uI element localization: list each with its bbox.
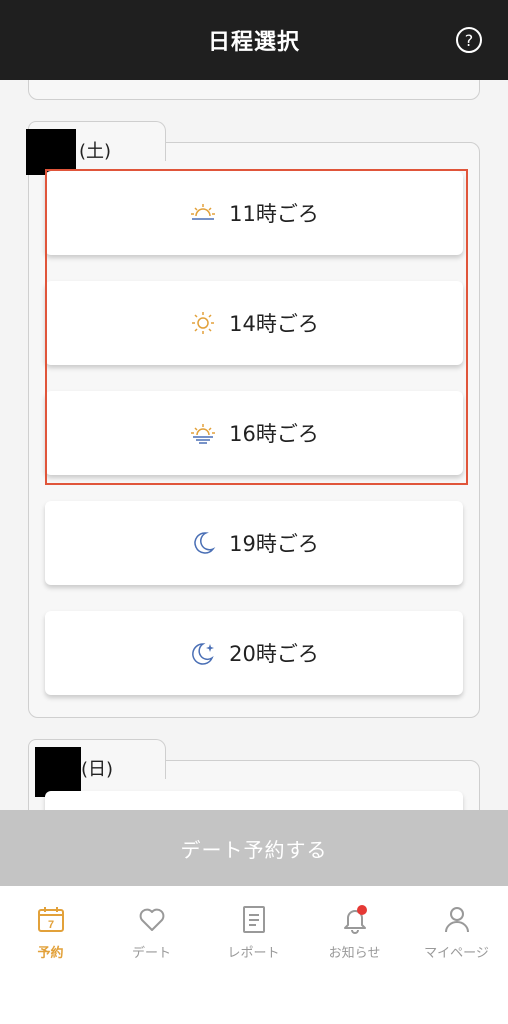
time-slot-16[interactable]: 16時ごろ (45, 391, 463, 475)
time-slot-label: 20時ごろ (229, 642, 319, 666)
calendar-day-text: 7 (47, 919, 53, 931)
sun-icon (192, 312, 215, 334)
tab-label: レポート (227, 946, 280, 961)
tab-report[interactable]: レポート (203, 904, 304, 974)
bell-icon (343, 905, 367, 934)
moon-icon (194, 532, 216, 554)
calendar-icon: 7 (37, 907, 64, 932)
tab-label: デート (131, 946, 171, 961)
tab-date[interactable]: デート (101, 904, 202, 974)
day-panel-sunday: (日) (28, 739, 480, 810)
day-of-week-label: (日) (81, 759, 114, 780)
tab-mypage[interactable]: マイページ (406, 904, 507, 974)
page-title: 日程選択 (207, 30, 300, 55)
header-bar: 日程選択 ? (0, 0, 508, 80)
time-slot-20[interactable]: 20時ごろ (45, 611, 463, 695)
schedule-list[interactable]: (土) 11時ごろ 14時ごろ 16時ごろ 19時ごろ 20時ごろ (日) (0, 80, 508, 810)
time-slot-label: 14時ごろ (229, 312, 319, 336)
day-panel-saturday: (土) 11時ごろ 14時ごろ 16時ごろ 19時ごろ 20時ごろ (26, 121, 480, 718)
time-slot[interactable] (45, 791, 463, 810)
tab-label: マイページ (424, 946, 489, 961)
heart-icon (139, 908, 164, 931)
time-slot-14[interactable]: 14時ごろ (45, 281, 463, 365)
moon-star-icon (192, 643, 215, 665)
tab-reservation[interactable]: 7 予約 (0, 904, 101, 974)
tab-label: 予約 (37, 946, 64, 961)
time-slot-label: 11時ごろ (229, 202, 319, 226)
tab-label: お知らせ (328, 946, 381, 961)
help-icon[interactable]: ? (456, 27, 482, 53)
report-icon (242, 906, 265, 933)
person-icon (444, 907, 469, 933)
tab-notifications[interactable]: お知らせ (304, 904, 405, 974)
sunrise-icon (191, 204, 216, 220)
sunset-icon (191, 424, 216, 444)
redacted-date (35, 747, 81, 797)
book-date-button[interactable]: デート予約する (0, 810, 508, 886)
notification-badge (356, 905, 367, 915)
time-slot-label: 19時ごろ (229, 532, 319, 556)
time-slot-label: 16時ごろ (229, 422, 319, 446)
previous-day-panel (28, 80, 480, 100)
book-date-button-label: デート予約する (180, 837, 328, 862)
time-slot-19[interactable]: 19時ごろ (45, 501, 463, 585)
time-slot-11[interactable]: 11時ごろ (45, 171, 463, 255)
day-of-week-label: (土) (79, 141, 112, 162)
redacted-date (26, 129, 76, 175)
bottom-tab-bar: 7 予約 デート レポート お知らせ マイページ (0, 886, 508, 1024)
